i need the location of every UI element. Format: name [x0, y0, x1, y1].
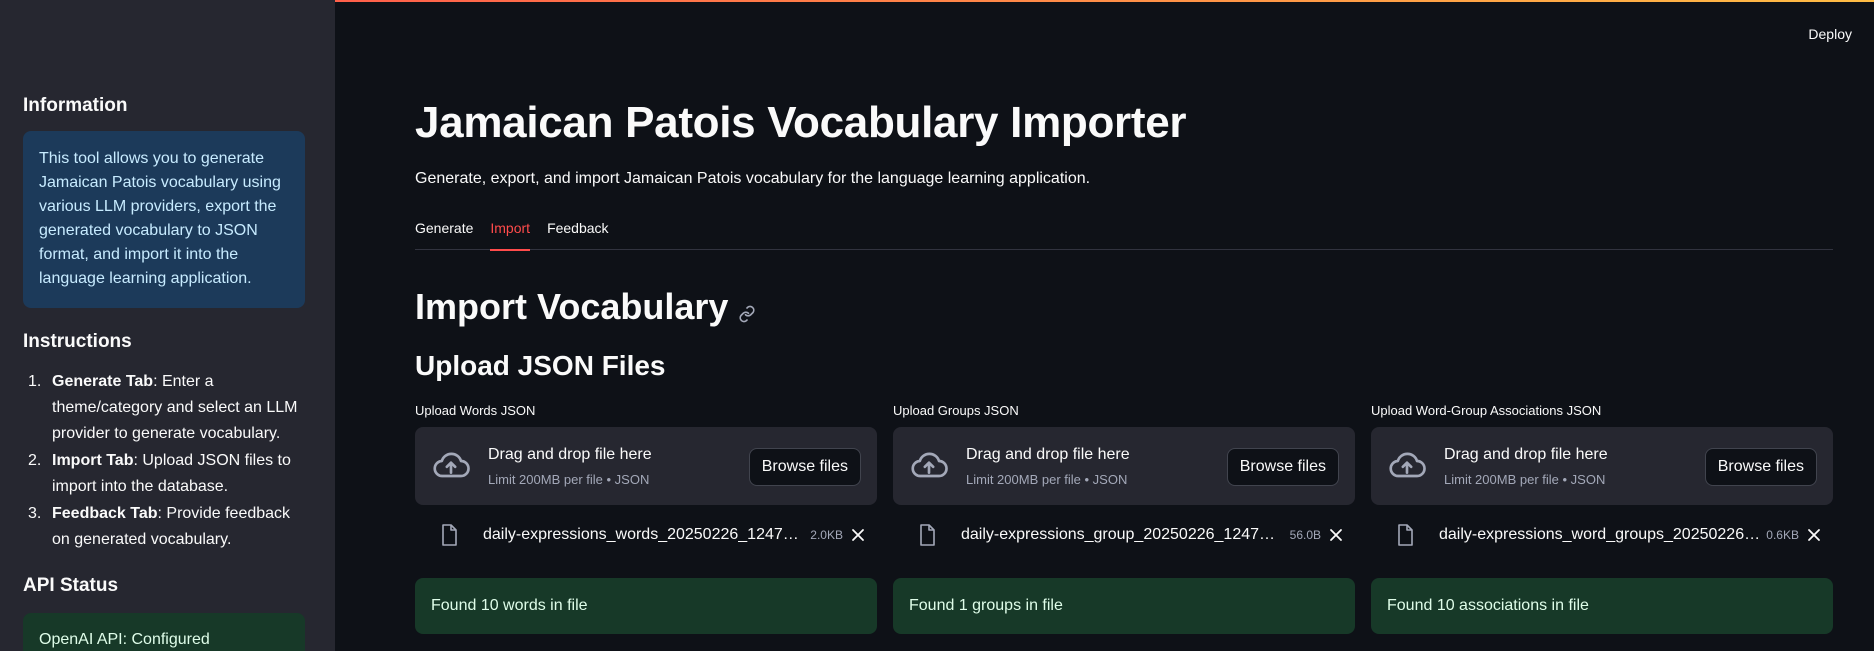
- dropzone-text: Drag and drop file here Limit 200MB per …: [488, 446, 652, 487]
- file-size: 0.6KB: [1766, 528, 1799, 542]
- file-icon: [1398, 524, 1413, 546]
- limit-text: Limit 200MB per file • JSON: [488, 471, 650, 487]
- tab-bar: Generate Import Feedback: [415, 216, 1833, 251]
- instruction-title: Import Tab: [52, 452, 134, 469]
- deploy-button[interactable]: Deploy: [1808, 26, 1852, 42]
- section-heading: Import Vocabulary: [415, 282, 756, 332]
- file-size: 56.0B: [1289, 528, 1321, 542]
- info-heading: Information: [23, 95, 128, 116]
- close-icon[interactable]: [1329, 528, 1343, 542]
- limit-text: Limit 200MB per file • JSON: [966, 471, 1128, 487]
- success-message: Found 10 words in file: [415, 578, 877, 634]
- success-message: Found 10 associations in file: [1371, 578, 1833, 634]
- instructions-list: 1. Generate Tab: Enter a theme/category a…: [23, 369, 312, 553]
- file-name: daily-expressions_word_groups_20250226_1…: [1439, 526, 1761, 543]
- instruction-number: 3.: [28, 505, 42, 522]
- limit-text: Limit 200MB per file • JSON: [1444, 471, 1606, 487]
- file-icon: [920, 524, 935, 546]
- tab-generate[interactable]: Generate: [415, 216, 473, 250]
- cloud-upload-icon: [433, 452, 470, 478]
- instruction-item: 2. Import Tab: Upload JSON files to impor…: [23, 448, 303, 500]
- drag-drop-text: Drag and drop file here: [488, 445, 652, 463]
- success-message: Found 1 groups in file: [893, 578, 1355, 634]
- uploaded-file: daily-expressions_word_groups_20250226_1…: [1371, 505, 1833, 565]
- close-icon[interactable]: [1807, 528, 1821, 542]
- file-size: 2.0KB: [810, 528, 843, 542]
- dropzone[interactable]: Drag and drop file here Limit 200MB per …: [893, 427, 1355, 505]
- browse-files-button[interactable]: Browse files: [1226, 448, 1339, 486]
- tab-import[interactable]: Import: [490, 216, 530, 251]
- dropzone-text: Drag and drop file here Limit 200MB per …: [1444, 446, 1608, 487]
- browse-files-button[interactable]: Browse files: [1704, 448, 1817, 486]
- uploader-label: Upload Words JSON: [415, 403, 536, 418]
- dropzone[interactable]: Drag and drop file here Limit 200MB per …: [415, 427, 877, 505]
- instructions-heading: Instructions: [23, 331, 132, 352]
- uploaded-file: daily-expressions_words_20250226_124705.…: [415, 505, 877, 565]
- instruction-number: 1.: [28, 373, 42, 390]
- section-title: Import Vocabulary: [415, 286, 729, 327]
- instruction-title: Generate Tab: [52, 373, 154, 390]
- uploader-label: Upload Word-Group Associations JSON: [1371, 403, 1602, 418]
- link-icon[interactable]: [738, 290, 756, 332]
- subsection-title: Upload JSON Files: [415, 350, 666, 381]
- instruction-item: 1. Generate Tab: Enter a theme/category a…: [23, 369, 303, 447]
- file-name: daily-expressions_group_20250226_124705.…: [961, 526, 1284, 543]
- dropzone[interactable]: Drag and drop file here Limit 200MB per …: [1371, 427, 1833, 505]
- api-status-heading: API Status: [23, 575, 119, 596]
- tab-feedback[interactable]: Feedback: [547, 216, 608, 250]
- api-status-box: OpenAI API: Configured: [23, 613, 305, 651]
- info-box: This tool allows you to generate Jamaica…: [23, 131, 305, 308]
- sidebar: Information This tool allows you to gene…: [0, 0, 335, 651]
- uploaders-row: Upload Words JSON Drag and drop file her…: [415, 403, 1833, 634]
- page-title: Jamaican Patois Vocabulary Importer: [415, 98, 1187, 147]
- instruction-item: 3. Feedback Tab: Provide feedback on gene…: [23, 501, 303, 553]
- cloud-upload-icon: [911, 452, 948, 478]
- file-icon: [442, 524, 457, 546]
- close-icon[interactable]: [851, 528, 865, 542]
- file-name: daily-expressions_words_20250226_124705.…: [483, 526, 805, 543]
- drag-drop-text: Drag and drop file here: [1444, 445, 1608, 463]
- uploader-groups: Upload Groups JSON Drag and drop file he…: [893, 403, 1355, 634]
- uploader-associations: Upload Word-Group Associations JSON Drag…: [1371, 403, 1833, 634]
- dropzone-text: Drag and drop file here Limit 200MB per …: [966, 446, 1130, 487]
- page-subtitle: Generate, export, and import Jamaican Pa…: [415, 170, 1091, 187]
- drag-drop-text: Drag and drop file here: [966, 445, 1130, 463]
- cloud-upload-icon: [1389, 452, 1426, 478]
- instruction-title: Feedback Tab: [52, 505, 158, 522]
- uploader-words: Upload Words JSON Drag and drop file her…: [415, 403, 877, 634]
- uploader-label: Upload Groups JSON: [893, 403, 1019, 418]
- browse-files-button[interactable]: Browse files: [748, 448, 861, 486]
- uploaded-file: daily-expressions_group_20250226_124705.…: [893, 505, 1355, 565]
- instruction-number: 2.: [28, 452, 42, 469]
